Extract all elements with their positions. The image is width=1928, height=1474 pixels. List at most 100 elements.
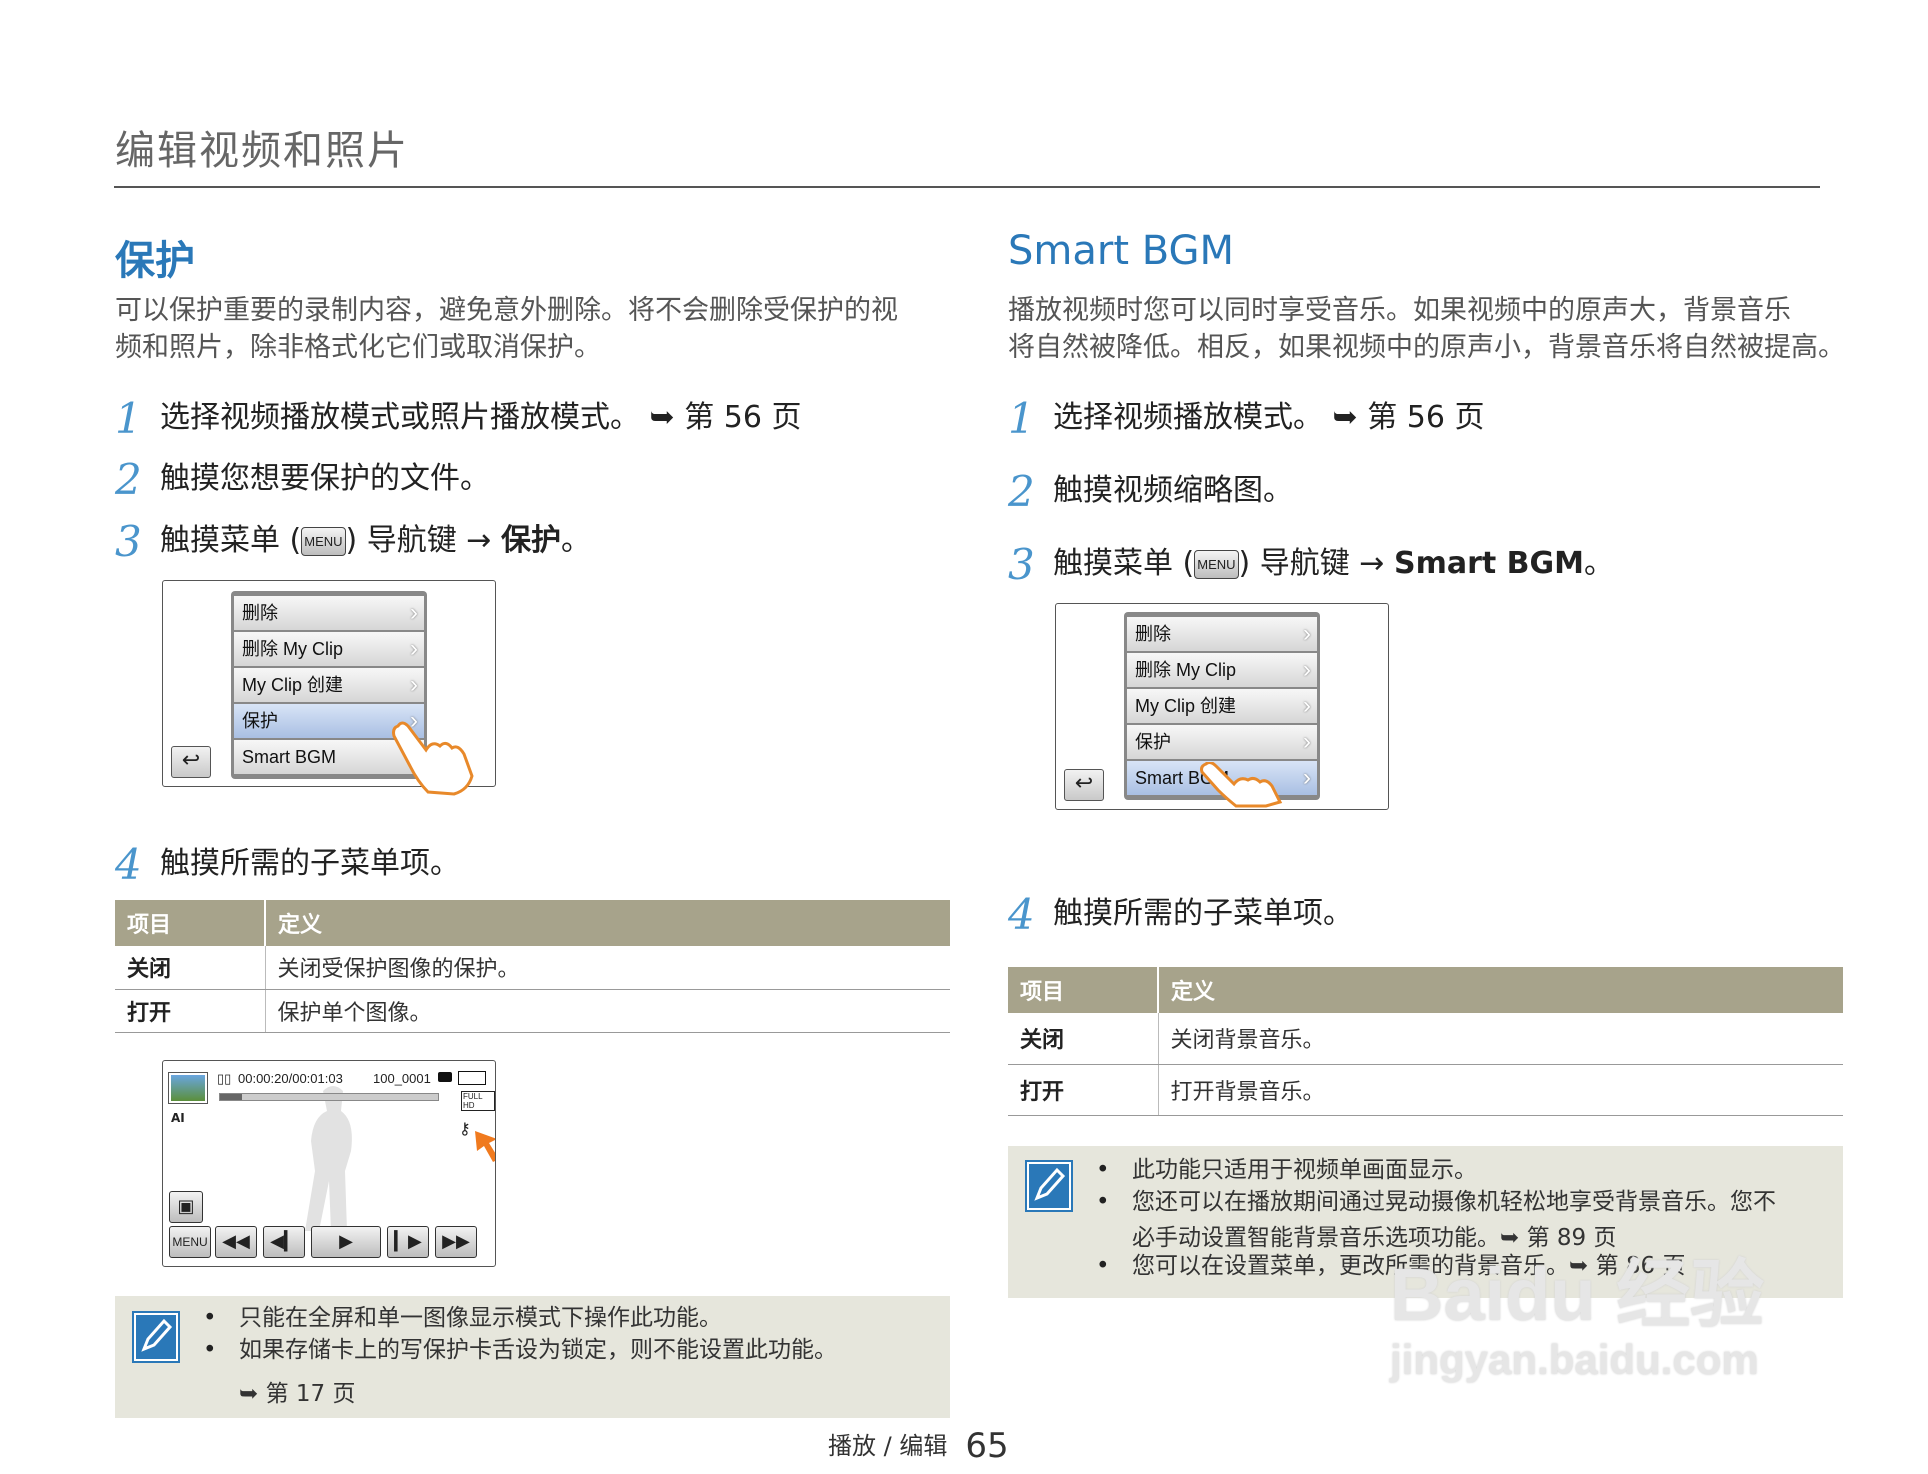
- step-2: 2 触摸您想要保护的文件。: [115, 453, 490, 504]
- step-1: 1 选择视频播放模式。 ➥ 第 56 页: [1008, 392, 1484, 443]
- note-box-protect: 只能在全屏和单一图像显示模式下操作此功能。 如果存储卡上的写保护卡舌设为锁定，则…: [115, 1296, 950, 1418]
- table-header: 项目: [1008, 967, 1159, 1013]
- step-text: 触摸所需的子菜单项。: [1053, 896, 1353, 931]
- intro-line: 将自然被降低。相反，如果视频中的原声小，背景音乐将自然被提高。: [1008, 332, 1845, 363]
- step-target: 保护: [500, 523, 561, 558]
- step-end: 。: [1584, 546, 1615, 581]
- hand-pointer-icon: [392, 721, 474, 796]
- play-icon[interactable]: ▶: [311, 1226, 381, 1258]
- back-icon[interactable]: ↩: [171, 746, 211, 778]
- chevron-right-icon: ›: [1303, 692, 1311, 719]
- progress-fill: [220, 1094, 242, 1100]
- chevron-right-icon: ›: [410, 635, 418, 662]
- menu-item-create-myclip[interactable]: My Clip 创建 ›: [1127, 689, 1317, 723]
- intro-line: 播放视频时您可以同时享受音乐。如果视频中的原声大，背景音乐: [1008, 295, 1791, 326]
- battery-icon: [458, 1071, 486, 1085]
- menu-item-label: Smart BGM: [242, 747, 337, 767]
- step-number: 2: [115, 455, 142, 504]
- page-number: 65: [965, 1426, 1009, 1466]
- file-number: 100_0001: [373, 1071, 431, 1086]
- next-frame-icon[interactable]: ▎▶: [387, 1226, 429, 1258]
- step-number: 4: [1008, 890, 1035, 939]
- thumbnail-icon: [168, 1072, 208, 1104]
- menu-screen-illustration: 删除 › 删除 My Clip › My Clip 创建 › 保护 › Smart BG…: [162, 580, 496, 796]
- page-header-title: 编辑视频和照片: [115, 128, 409, 174]
- person-silhouette-image: [305, 1086, 352, 1231]
- menu-item-delete-myclip[interactable]: 删除 My Clip ›: [234, 632, 424, 666]
- step-text: 选择视频播放模式或照片播放模式。: [160, 400, 640, 435]
- fast-forward-icon[interactable]: ▶▶: [435, 1226, 477, 1258]
- menu-item-label: 删除: [1135, 624, 1171, 644]
- menu-item-delete-myclip[interactable]: 删除 My Clip ›: [1127, 653, 1317, 687]
- chevron-right-icon: ›: [1303, 656, 1311, 683]
- intro-line: 频和照片，除非格式化它们或取消保护。: [115, 332, 601, 363]
- menu-item-label: 删除 My Clip: [242, 639, 344, 659]
- step-text: 触摸菜单 (: [160, 523, 302, 558]
- header-divider: [114, 186, 1820, 188]
- section-intro-smart-bgm: 播放视频时您可以同时享受音乐。如果视频中的原声大，背景音乐 将自然被降低。相反，…: [1008, 292, 1848, 366]
- option-table-protect: 项目 定义 关闭 关闭受保护图像的保护。 打开 保护单个图像。: [115, 900, 950, 1033]
- step-text: 触摸菜单 (: [1053, 546, 1195, 581]
- hand-pointer-icon: [1200, 762, 1283, 808]
- menu-item-create-myclip[interactable]: My Clip 创建 ›: [234, 668, 424, 702]
- menu-key-icon: MENU: [301, 527, 346, 556]
- menu-button[interactable]: MENU: [169, 1226, 211, 1258]
- chevron-right-icon: ›: [410, 671, 418, 698]
- section-intro-protect: 可以保护重要的录制内容，避免意外删除。将不会删除受保护的视 频和照片，除非格式化…: [115, 292, 955, 366]
- step-text: 触摸视频缩略图。: [1053, 473, 1293, 508]
- note-item: 只能在全屏和单一图像显示模式下操作此功能。: [203, 1302, 933, 1334]
- note-item: 此功能只适用于视频单画面显示。: [1096, 1154, 1826, 1186]
- step-4: 4 触摸所需的子菜单项。: [1008, 888, 1353, 939]
- menu-item-label: My Clip 创建: [1135, 696, 1237, 716]
- menu-key-icon: MENU: [1194, 550, 1239, 579]
- watermark-url: jingyan.baidu.com: [1390, 1336, 1759, 1383]
- table-cell-item: 关闭: [1008, 1013, 1159, 1065]
- menu-item-protect[interactable]: 保护 ›: [1127, 725, 1317, 759]
- note-item: 您还可以在播放期间通过晃动摄像机轻松地享受背景音乐。您不: [1096, 1186, 1826, 1218]
- table-header: 定义: [1158, 967, 1843, 1013]
- table-cell-item: 打开: [1008, 1064, 1159, 1116]
- table-cell-item: 打开: [115, 989, 266, 1033]
- ai-mode-icon: AI: [171, 1111, 185, 1125]
- memory-card-icon: [438, 1072, 452, 1082]
- note-item-continued: 必手动设置智能背景音乐选项功能。➥ 第 89 页: [1132, 1225, 1617, 1251]
- menu-item-label: 保护: [242, 711, 278, 731]
- menu-item-delete[interactable]: 删除 ›: [234, 596, 424, 630]
- page-ref: ➥ 第 56 页: [1332, 400, 1485, 435]
- step-3: 3 触摸菜单 (MENU) 导航键 → 保护。: [115, 515, 591, 566]
- table-header: 定义: [265, 900, 950, 946]
- menu-item-label: 删除 My Clip: [1135, 660, 1237, 680]
- step-text: 选择视频播放模式。: [1053, 400, 1323, 435]
- step-text: ) 导航键 →: [1238, 546, 1394, 581]
- back-icon[interactable]: ↩: [1064, 769, 1104, 801]
- note-pencil-icon: [132, 1311, 180, 1363]
- menu-item-delete[interactable]: 删除 ›: [1127, 617, 1317, 651]
- playback-screen-illustration: AI ▯▯ 00:00:20/00:01:03 100_0001 FULL HD…: [162, 1060, 496, 1267]
- step-number: 3: [115, 517, 142, 566]
- menu-item-label: 保护: [1135, 732, 1171, 752]
- protect-key-icon: ⚷: [459, 1119, 471, 1138]
- table-cell-item: 关闭: [115, 946, 266, 990]
- page-ref: ➥ 第 56 页: [649, 400, 802, 435]
- menu-screen-illustration: 删除 › 删除 My Clip › My Clip 创建 › 保护 › Smart BG…: [1055, 603, 1389, 810]
- table-row: 关闭 关闭受保护图像的保护。: [115, 946, 950, 990]
- table-row: 关闭 关闭背景音乐。: [1008, 1013, 1843, 1065]
- section-title-smart-bgm: Smart BGM: [1008, 228, 1234, 274]
- step-end: 。: [560, 523, 591, 558]
- previous-frame-icon[interactable]: ◀▎: [263, 1226, 305, 1258]
- timecode: 00:00:20/00:01:03: [238, 1071, 343, 1086]
- table-cell-definition: 关闭背景音乐。: [1158, 1013, 1843, 1065]
- note-pencil-icon: [1025, 1160, 1073, 1212]
- step-number: 1: [1008, 394, 1035, 443]
- orange-arrow-icon: [475, 1131, 495, 1162]
- note-item: 如果存储卡上的写保护卡舌设为锁定，则不能设置此功能。: [203, 1334, 933, 1366]
- chevron-right-icon: ›: [1303, 620, 1311, 647]
- watermark-logo-text: Baidu 经验: [1390, 1253, 1765, 1336]
- fullscreen-icon[interactable]: ▣: [169, 1191, 203, 1223]
- menu-item-label: 删除: [242, 603, 278, 623]
- progress-bar[interactable]: [219, 1093, 439, 1101]
- pause-icon: ▯▯: [217, 1071, 232, 1086]
- rewind-icon[interactable]: ◀◀: [215, 1226, 257, 1258]
- footer-section: 播放 / 编辑: [828, 1432, 948, 1460]
- table-header: 项目: [115, 900, 266, 946]
